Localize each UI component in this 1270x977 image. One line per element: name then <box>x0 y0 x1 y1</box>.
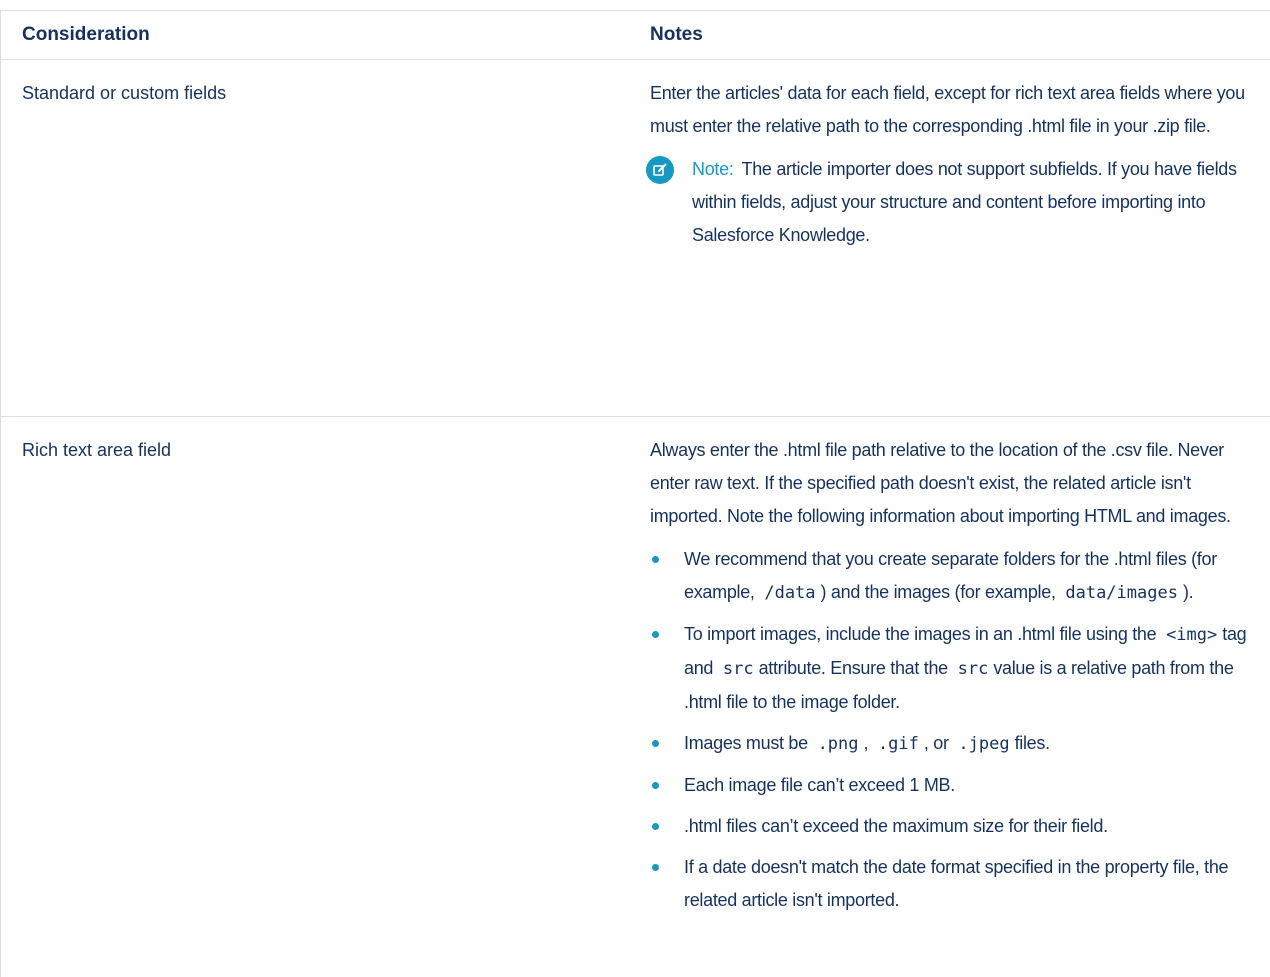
list-item: Each image file can’t exceed 1 MB. <box>650 769 1256 802</box>
table-row: Rich text area field Always enter the .h… <box>1 417 1270 977</box>
code-snippet: .jpeg <box>958 734 1010 754</box>
table-header: Consideration Notes <box>1 11 1270 60</box>
bullet-dot-icon <box>652 782 659 789</box>
notes-paragraph: Always enter the .html file path relativ… <box>650 440 1231 526</box>
bullet-dot-icon <box>652 823 659 830</box>
code-snippet: /data <box>764 583 816 603</box>
list-item: Images must be .png, .gif, or .jpeg files… <box>650 727 1256 761</box>
bullet-dot-icon <box>652 864 659 871</box>
note-callout: Note: The article importer does not suppo… <box>646 153 1256 252</box>
row-consideration: Standard or custom fields <box>22 83 227 103</box>
code-snippet: <img> <box>1166 625 1218 645</box>
code-snippet: .png <box>817 734 859 754</box>
considerations-table: Consideration Notes Standard or custom f… <box>0 10 1270 977</box>
row-notes: Always enter the .html file path relativ… <box>616 417 1270 977</box>
list-item: .html files can’t exceed the maximum siz… <box>650 810 1256 843</box>
table-row: Standard or custom fields Enter the arti… <box>1 60 1270 417</box>
row-consideration: Rich text area field <box>22 440 172 460</box>
list-item: We recommend that you create separate fo… <box>650 543 1256 610</box>
header-notes: Notes <box>650 24 703 45</box>
notes-paragraph: Enter the articles' data for each field,… <box>650 83 1245 136</box>
row-notes: Enter the articles' data for each field,… <box>616 60 1270 416</box>
list-item: If a date doesn't match the date format … <box>650 851 1256 917</box>
header-consideration: Consideration <box>22 24 150 45</box>
note-text: The article importer does not support su… <box>692 159 1237 245</box>
code-snippet: src <box>957 659 989 679</box>
list-item: To import images, include the images in … <box>650 618 1256 719</box>
bullet-dot-icon <box>652 631 659 638</box>
note-label: Note: <box>692 159 734 179</box>
code-snippet: .gif <box>877 734 919 754</box>
code-snippet: data/images <box>1065 583 1178 603</box>
bullet-dot-icon <box>652 556 659 563</box>
code-snippet: src <box>722 659 754 679</box>
bullet-dot-icon <box>652 740 659 747</box>
notes-list: We recommend that you create separate fo… <box>650 543 1256 917</box>
edit-note-icon <box>646 156 674 184</box>
